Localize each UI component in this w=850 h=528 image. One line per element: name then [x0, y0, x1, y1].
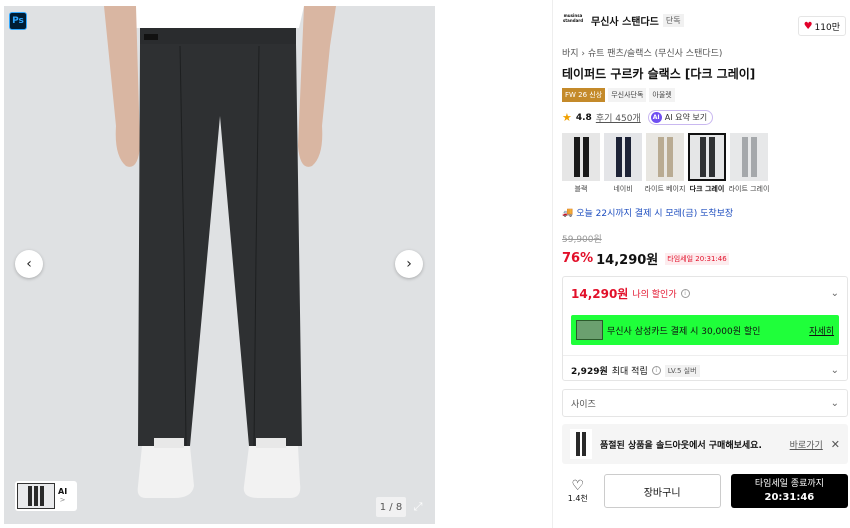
points-row[interactable]: 2,929원 최대 적립 i LV.5 실버 ⌄	[563, 356, 847, 377]
swatch-label: 라이트 그레이	[728, 185, 770, 193]
swatch-image	[730, 133, 768, 181]
delivery-text: 오늘 22시까지 결제 시 모레(금) 도착보장	[576, 209, 734, 219]
wishlist-button[interactable]: ♡ 1.4천	[562, 479, 594, 504]
product-title: 테이퍼드 구르카 슬랙스 [다크 그레이]	[562, 67, 756, 81]
discount-rate: 76%	[562, 251, 594, 266]
swatch-label: 다크 그레이	[689, 185, 725, 193]
expand-icon[interactable]: ⤢	[409, 498, 427, 516]
ai-thumbnail-button[interactable]: AI >	[15, 481, 77, 511]
chevron-down-icon[interactable]: ⌄	[831, 288, 839, 299]
soldout-banner: 품절된 상품을 솔드아웃에서 구매해보세요. 바로가기 ✕	[562, 424, 848, 464]
rating-value: 4.8	[575, 112, 592, 123]
rating-row: ★ 4.8 후기 450개 AI AI 요약 보기	[562, 110, 848, 125]
thumbnail-image	[17, 483, 55, 509]
card-image	[576, 320, 603, 340]
swatch-dark-gray[interactable]: 다크 그레이	[688, 133, 726, 194]
wishlist-count: 1.4천	[567, 493, 588, 503]
swatch-image	[646, 133, 684, 181]
soldout-go-link[interactable]: 바로가기	[790, 438, 823, 451]
product-image-gallery[interactable]: Ps ‹ › AI > 1 / 8 ⤢	[4, 6, 435, 524]
original-price: 59,900원	[562, 235, 602, 245]
my-price-value: 14,290원	[571, 287, 629, 301]
card-promo-details-link[interactable]: 자세히	[809, 324, 834, 337]
swatch-label: 네이비	[613, 185, 633, 193]
size-select-placeholder: 사이즈	[571, 399, 596, 410]
breadcrumb[interactable]: 바지 › 슈트 팬츠/슬랙스 (무신사 스탠다드)	[562, 46, 848, 59]
photoshop-badge-icon: Ps	[9, 12, 27, 30]
new-season-badge: FW 26 신상	[562, 88, 606, 102]
soldout-text: 품절된 상품을 솔드아웃에서 구매해보세요.	[600, 440, 762, 451]
points-label: 최대 적립	[611, 367, 648, 377]
card-promo-banner[interactable]: 무신사 삼성카드 결제 시 30,000원 할인 자세히	[571, 315, 839, 345]
card-promo-text: 무신사 삼성카드 결제 시 30,000원 할인	[607, 326, 761, 337]
heart-outline-icon: ♡	[571, 477, 585, 494]
swatch-light-beige[interactable]: 라이트 베이지	[644, 133, 686, 194]
ai-summary-label: AI 요약 보기	[664, 113, 708, 122]
product-photo	[104, 6, 336, 498]
swatch-label: 라이트 베이지	[644, 185, 686, 193]
swatch-navy[interactable]: 네이비	[604, 133, 642, 194]
truck-icon: 🚚	[562, 207, 574, 218]
chevron-left-icon: ‹	[26, 256, 32, 272]
like-button[interactable]: ♥ 110만	[797, 16, 846, 36]
my-price-row[interactable]: 14,290원 나의 할인가 i ⌄	[563, 277, 847, 302]
ai-icon: AI	[650, 112, 662, 123]
chevron-right-icon: ›	[406, 256, 412, 272]
brand-name-link[interactable]: 무신사 스탠다드	[591, 13, 659, 28]
points-value: 2,929원	[571, 367, 608, 377]
buy-now-button[interactable]: 타임세일 종료까지 20:31:46	[730, 474, 848, 508]
image-counter: 1 / 8	[376, 497, 406, 517]
buy-button-countdown: 20:31:46	[764, 492, 815, 503]
ai-summary-button[interactable]: AI AI 요약 보기	[647, 110, 714, 125]
info-icon[interactable]: i	[680, 289, 690, 298]
product-page: Ps ‹ › AI > 1 / 8 ⤢ musinsa standard 무신사…	[0, 0, 850, 528]
color-swatches: 블랙 네이비 라이트 베이지 다크 그레이 라이트 그레이	[562, 133, 848, 194]
product-tags: FW 26 신상 무신사단독 아울렛	[562, 88, 848, 102]
purchase-bar: ♡ 1.4천 장바구니 타임세일 종료까지 20:31:46	[562, 473, 848, 509]
swatch-light-gray[interactable]: 라이트 그레이	[728, 133, 770, 194]
sale-price: 14,290원	[596, 253, 659, 268]
swatch-image-selected	[688, 133, 726, 181]
exclusive-badge: 단독	[662, 13, 684, 27]
swatch-black[interactable]: 블랙	[562, 133, 600, 194]
heart-icon: ♥	[803, 20, 813, 32]
brand-logo[interactable]: musinsa standard	[562, 13, 584, 27]
soldout-thumbnail	[570, 429, 592, 459]
info-icon[interactable]: i	[651, 366, 661, 375]
my-price-label: 나의 할인가	[632, 290, 677, 300]
benefit-box: 14,290원 나의 할인가 i ⌄ 무신사 삼성카드 결제 시 30,000원…	[562, 276, 848, 381]
swatch-image	[562, 133, 600, 181]
timesale-badge: 타임세일 20:31:46	[665, 252, 729, 265]
gallery-next-button[interactable]: ›	[395, 250, 423, 278]
swatch-label: 블랙	[574, 185, 588, 193]
like-count: 110만	[814, 22, 840, 33]
chevron-down-icon[interactable]: ⌄	[831, 365, 839, 376]
level-badge: LV.5 실버	[664, 364, 700, 377]
gallery-prev-button[interactable]: ‹	[15, 250, 43, 278]
size-select[interactable]: 사이즈 ⌄	[562, 389, 848, 417]
exclusive-tag: 무신사단독	[608, 88, 647, 102]
price-row: 76% 14,290원 타임세일 20:31:46	[562, 249, 848, 268]
swatch-image	[604, 133, 642, 181]
delivery-info: 🚚 오늘 22시까지 결제 시 모레(금) 도착보장	[562, 206, 848, 220]
outlet-tag: 아울렛	[649, 88, 675, 102]
ai-label: AI	[58, 487, 68, 496]
chevron-right-small-icon: >	[59, 496, 66, 504]
star-icon: ★	[562, 111, 572, 124]
product-info-panel: musinsa standard 무신사 스탠다드 단독 ♥ 110만 바지 ›…	[552, 6, 848, 526]
close-icon[interactable]: ✕	[831, 438, 840, 451]
buy-button-line1: 타임세일 종료까지	[754, 479, 824, 489]
add-to-cart-button[interactable]: 장바구니	[603, 474, 721, 508]
reviews-link[interactable]: 후기 450개	[596, 111, 641, 124]
chevron-down-icon: ⌄	[830, 397, 839, 409]
